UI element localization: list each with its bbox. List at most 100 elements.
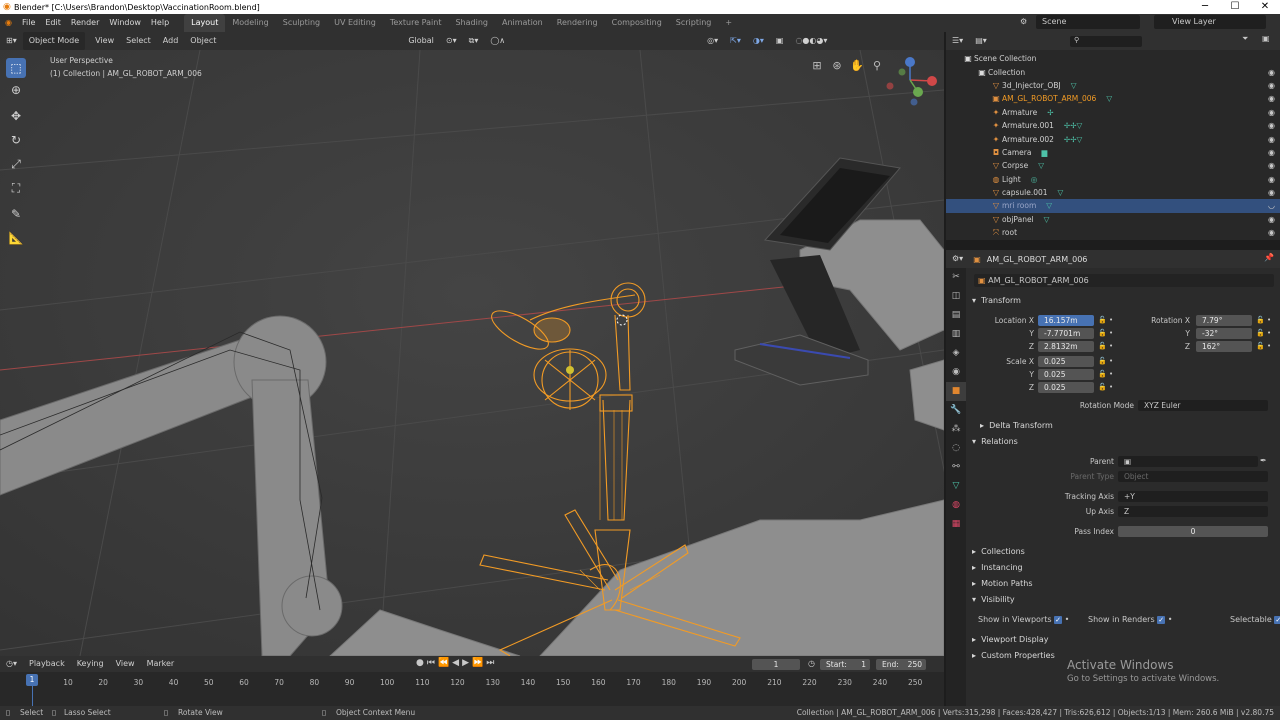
lock-icon[interactable]: 🔓 • [1098,357,1113,365]
minimize-button[interactable]: ─ [1190,0,1220,14]
parent-field[interactable]: ▣ [1118,456,1258,467]
eye-icon[interactable]: ◉ [1268,161,1275,170]
transform-section[interactable]: ▾ Transform [968,292,1280,308]
grid-view-icon[interactable]: ⊛ [828,57,846,75]
instancing-section[interactable]: ▸ Instancing [968,559,1280,575]
outliner-item[interactable]: ✦ Armature ✢ ◉ [946,106,1280,119]
outliner-editor-icon[interactable]: ☰▾ [946,32,969,50]
outliner-item[interactable]: ✦ Armature.002 ✢✢▽ ◉ [946,132,1280,145]
menu-select[interactable]: Select [120,32,157,50]
transform-tool-icon[interactable]: ⛶ [6,178,26,198]
mode-selector[interactable]: Object Mode [22,32,86,50]
tab-texture-icon[interactable]: ▦ [946,515,966,534]
tab-view-layer-icon[interactable]: ▥ [946,325,966,344]
tab-particles-icon[interactable]: ⁂ [946,420,966,439]
blender-menu-icon[interactable]: ◉ [0,14,17,32]
tab-output-icon[interactable]: ▤ [946,306,966,325]
scale-y-field[interactable]: 0.025 [1038,369,1094,380]
add-workspace-button[interactable]: + [718,14,739,32]
rotation-x-field[interactable]: 7.79° [1196,315,1252,326]
up-axis-select[interactable]: Z [1118,506,1268,517]
eye-icon[interactable]: ◉ [1268,228,1275,237]
eye-icon[interactable]: ◉ [1268,81,1275,90]
tab-animation[interactable]: Animation [495,14,550,32]
eye-icon[interactable]: ◉ [1268,135,1275,144]
tab-object-icon[interactable]: ■ [946,382,966,401]
viewport-display-section[interactable]: ▸ Viewport Display [968,631,1280,647]
scene-collection-row[interactable]: ▣ Scene Collection [946,52,1280,65]
pivot-icon[interactable]: ⊙▾ [440,32,463,50]
rotation-z-field[interactable]: 162° [1196,341,1252,352]
cursor-tool-icon[interactable]: ⊕ [6,80,26,100]
tab-material-icon[interactable]: ◍ [946,496,966,515]
gizmo-icon[interactable]: ⇱▾ [724,32,747,50]
editor-type-icon[interactable]: ⊞▾ [0,32,23,50]
location-x-field[interactable]: 16.157m [1038,315,1094,326]
scale-tool-icon[interactable]: ⤢ [6,154,26,174]
lock-icon[interactable]: 🔓 • [1256,316,1271,324]
tab-scene-icon[interactable]: ◈ [946,344,966,363]
outliner-item[interactable]: ▽ 3d_Injector_OBJ ▽ ◉ [946,79,1280,92]
annotate-tool-icon[interactable]: ✎ [6,204,26,224]
menu-add[interactable]: Add [157,32,185,50]
menu-edit[interactable]: Edit [40,14,66,32]
menu-window[interactable]: Window [104,14,146,32]
current-frame-field[interactable]: 1 [752,659,800,670]
outliner-item[interactable]: ▽ objPanel ▽ ◉ [946,213,1280,226]
3d-viewport[interactable]: ⬚ ⊕ ✥ ↻ ⤢ ⛶ ✎ 📐 User Perspective (1) Col… [0,50,944,656]
eye-icon[interactable]: ◉ [1268,175,1275,184]
tab-sculpting[interactable]: Sculpting [276,14,327,32]
clock-icon[interactable]: ◷ [808,659,815,668]
tab-shading[interactable]: Shading [448,14,495,32]
pan-hand-icon[interactable]: ✋ [848,57,866,75]
menu-render[interactable]: Render [66,14,104,32]
tab-modifiers-icon[interactable]: 🔧 [946,401,966,420]
lock-icon[interactable]: 🔓 • [1098,342,1113,350]
rotate-tool-icon[interactable]: ↻ [6,130,26,150]
view-layer-selector[interactable]: View Layer [1154,15,1266,29]
tab-scripting[interactable]: Scripting [669,14,719,32]
show-in-renders-toggle[interactable]: Show in Renders ✓ • [1088,615,1172,624]
lock-icon[interactable]: 🔓 • [1098,370,1113,378]
scene-selector[interactable]: Scene [1036,15,1140,29]
selectable-toggle[interactable]: Selectable ✓ [1230,615,1280,624]
move-tool-icon[interactable]: ✥ [6,106,26,126]
outliner-search-input[interactable]: ⚲ [1070,36,1142,47]
parent-type-select[interactable]: Object [1118,471,1268,482]
menu-help[interactable]: Help [146,14,174,32]
measure-tool-icon[interactable]: 📐 [6,228,26,248]
visibility-icon[interactable]: ◎▾ [701,32,724,50]
playhead[interactable]: 1 [26,674,38,686]
pass-index-field[interactable]: 0 [1118,526,1268,537]
scale-z-field[interactable]: 0.025 [1038,382,1094,393]
proportional-icon[interactable]: ◯∧ [484,32,511,50]
lock-icon[interactable]: 🔓 • [1256,342,1271,350]
display-mode-icon[interactable]: ▤▾ [969,32,993,50]
outliner-item-selected[interactable]: ▽ mri room ▽ ◡ [946,199,1280,213]
pin-icon[interactable]: 📌 [1264,253,1274,262]
outliner-item[interactable]: ◘ Camera ▆ ◉ [946,146,1280,159]
tab-layout[interactable]: Layout [184,14,226,32]
lock-icon[interactable]: 🔓 • [1256,329,1271,337]
tab-physics-icon[interactable]: ◌ [946,439,966,458]
overlay-icon[interactable]: ◑▾ [747,32,770,50]
delta-transform-section[interactable]: ▸ Delta Transform [968,417,1280,433]
start-frame-field[interactable]: Start: 1 [820,659,870,670]
menu-timeline-view[interactable]: View [110,655,141,673]
menu-file[interactable]: File [17,14,40,32]
timeline-editor-icon[interactable]: ◷▾ [0,655,23,673]
tab-compositing[interactable]: Compositing [605,14,669,32]
new-collection-icon[interactable]: ▣ [1262,34,1270,43]
lock-icon[interactable]: 🔓 • [1098,383,1113,391]
properties-editor-icon[interactable]: ⚙▾ [946,250,969,268]
eye-icon[interactable]: ◉ [1268,188,1275,197]
eye-icon[interactable]: ◡ [1268,201,1275,210]
lock-icon[interactable]: 🔓 • [1098,316,1113,324]
outliner-item[interactable]: ▽ Corpse ▽ ◉ [946,159,1280,172]
location-y-field[interactable]: -7.7701m [1038,328,1094,339]
zoom-icon[interactable]: ⚲ [868,57,886,75]
eye-icon[interactable]: ◉ [1268,215,1275,224]
eye-icon[interactable]: ◉ [1268,68,1275,77]
eye-icon[interactable]: ◉ [1268,148,1275,157]
tab-data-icon[interactable]: ▽ [946,477,966,496]
